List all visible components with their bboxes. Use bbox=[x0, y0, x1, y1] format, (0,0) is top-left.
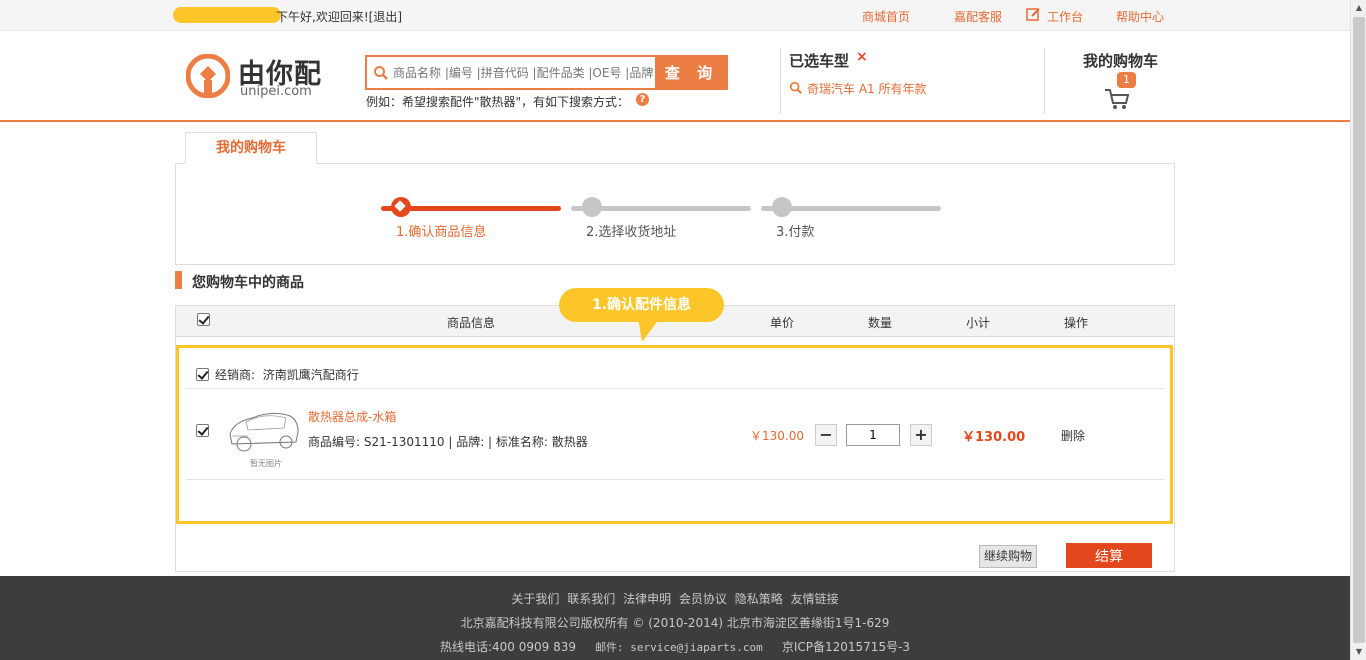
item-checkbox[interactable] bbox=[196, 424, 209, 437]
select-all-checkbox[interactable] bbox=[197, 313, 210, 326]
step-2-indicator bbox=[582, 197, 602, 217]
product-name-link[interactable]: 散热器总成-水箱 bbox=[308, 408, 396, 425]
footer-links: 关于我们 联系我们 法律申明 会员协议 隐私策略 友情链接 bbox=[0, 590, 1350, 607]
row-divider bbox=[186, 388, 1164, 389]
customer-service-link[interactable]: 嘉配客服 bbox=[954, 8, 1002, 25]
my-cart-title[interactable]: 我的购物车 bbox=[1083, 50, 1158, 71]
site-logo[interactable]: 由你配 unipei.com bbox=[186, 52, 322, 102]
vertical-scrollbar[interactable]: ▲ ▼ bbox=[1350, 0, 1366, 660]
column-header-qty: 数量 bbox=[868, 316, 893, 330]
column-header-subtotal: 小计 bbox=[966, 316, 991, 330]
footer-copyright: 北京嘉配科技有限公司版权所有 © (2010-2014) 北京市海淀区善缘街1号… bbox=[460, 616, 890, 630]
qty-decrease-button[interactable]: − bbox=[815, 424, 837, 446]
checkout-steps: 1.确认商品信息 2.选择收货地址 3.付款 bbox=[175, 163, 1175, 265]
step-3-indicator bbox=[772, 197, 792, 217]
step-2-label: 2.选择收货地址 bbox=[586, 225, 677, 240]
help-center-link[interactable]: 帮助中心 bbox=[1116, 8, 1164, 25]
greeting-text: 下午好,欢迎回来! bbox=[276, 10, 369, 24]
logout-link[interactable]: [退出] bbox=[369, 10, 402, 24]
dealer-name: 济南凯鹰汽配商行 bbox=[262, 368, 359, 382]
footer-icp[interactable]: 京ICP备12015715号-3 bbox=[782, 640, 910, 654]
column-header-action: 操作 bbox=[1064, 316, 1089, 330]
selected-car-title: 已选车型 bbox=[789, 52, 850, 70]
top-bar: 下午好,欢迎回来![退出] 商城首页 嘉配客服 工作台 帮助中心 bbox=[0, 0, 1350, 31]
header-divider bbox=[1044, 48, 1045, 114]
footer-contact: 热线电话:400 0909 839 邮件: service@jiaparts.c… bbox=[0, 638, 1350, 655]
dealer-label: 经销商: bbox=[215, 368, 256, 382]
footer-link-friends[interactable]: 友情链接 bbox=[791, 592, 839, 606]
header-divider-line bbox=[0, 120, 1350, 122]
delete-item-link[interactable]: 删除 bbox=[1061, 427, 1085, 444]
header-divider bbox=[780, 48, 781, 114]
checkout-button[interactable]: 结算 bbox=[1066, 543, 1152, 568]
greeting: 下午好,欢迎回来![退出] bbox=[276, 8, 402, 25]
username-redacted bbox=[173, 7, 281, 23]
row-divider bbox=[186, 479, 1164, 480]
unit-price: ￥130.00 bbox=[750, 429, 804, 443]
mall-home-link[interactable]: 商城首页 bbox=[862, 8, 910, 25]
footer-link-legal[interactable]: 法律申明 bbox=[623, 592, 671, 606]
column-header-price: 单价 bbox=[770, 316, 795, 330]
footer-link-privacy[interactable]: 隐私策略 bbox=[735, 592, 783, 606]
scroll-thumb[interactable] bbox=[1353, 17, 1365, 643]
step-1-label: 1.确认商品信息 bbox=[396, 225, 487, 240]
scroll-down-arrow-icon[interactable]: ▼ bbox=[1351, 644, 1366, 660]
selected-car-text: 奇瑞汽车 A1 所有年款 bbox=[807, 82, 927, 96]
search-button[interactable]: 查 询 bbox=[655, 55, 728, 90]
logo-icon bbox=[186, 54, 230, 98]
search-input[interactable] bbox=[393, 57, 655, 88]
qty-increase-button[interactable]: + bbox=[910, 424, 932, 446]
continue-shopping-button[interactable]: 继续购物 bbox=[979, 545, 1037, 568]
item-subtotal: ￥130.00 bbox=[962, 430, 1026, 445]
search-icon bbox=[789, 81, 803, 95]
tab-my-cart[interactable]: 我的购物车 bbox=[185, 132, 317, 164]
step-1-indicator bbox=[391, 197, 411, 217]
column-header-info: 商品信息 bbox=[447, 316, 496, 330]
logo-domain-text: unipei.com bbox=[240, 84, 312, 99]
search-icon bbox=[374, 66, 388, 80]
search-example-text: 例如：希望搜索配件"散热器"，有如下搜索方式： bbox=[366, 95, 630, 109]
callout-tail bbox=[638, 318, 660, 342]
footer-hotline: 热线电话:400 0909 839 bbox=[439, 640, 576, 654]
section-marker bbox=[175, 271, 182, 289]
footer: 关于我们 联系我们 法律申明 会员协议 隐私策略 友情链接 北京嘉配科技有限公司… bbox=[0, 576, 1350, 660]
confirm-parts-callout: 1.确认配件信息 bbox=[559, 288, 724, 322]
selected-car-value[interactable]: 奇瑞汽车 A1 所有年款 bbox=[789, 80, 926, 97]
footer-link-agreement[interactable]: 会员协议 bbox=[679, 592, 727, 606]
dealer-checkbox[interactable] bbox=[196, 368, 209, 381]
cart-count-badge: 1 bbox=[1117, 72, 1136, 88]
help-question-icon[interactable]: ? bbox=[636, 93, 649, 106]
footer-link-contact[interactable]: 联系我们 bbox=[567, 592, 615, 606]
no-image-caption: 暂无图片 bbox=[250, 459, 282, 468]
step-3-label: 3.付款 bbox=[776, 225, 815, 240]
qty-input[interactable] bbox=[846, 424, 900, 446]
product-meta: 商品编号: S21-1301110 | 品牌: | 标准名称: 散热器 bbox=[308, 435, 588, 449]
footer-email[interactable]: 邮件: service@jiaparts.com bbox=[595, 641, 763, 654]
scroll-up-arrow-icon[interactable]: ▲ bbox=[1351, 0, 1366, 16]
dealer-row: 经销商: 济南凯鹰汽配商行 bbox=[196, 366, 359, 383]
section-title: 您购物车中的商品 bbox=[192, 275, 304, 291]
edit-icon bbox=[1026, 8, 1040, 21]
footer-link-about[interactable]: 关于我们 bbox=[511, 592, 559, 606]
clear-car-button[interactable]: × bbox=[856, 49, 868, 65]
shopping-cart-icon[interactable] bbox=[1103, 86, 1131, 110]
workbench-link[interactable]: 工作台 bbox=[1047, 8, 1083, 25]
